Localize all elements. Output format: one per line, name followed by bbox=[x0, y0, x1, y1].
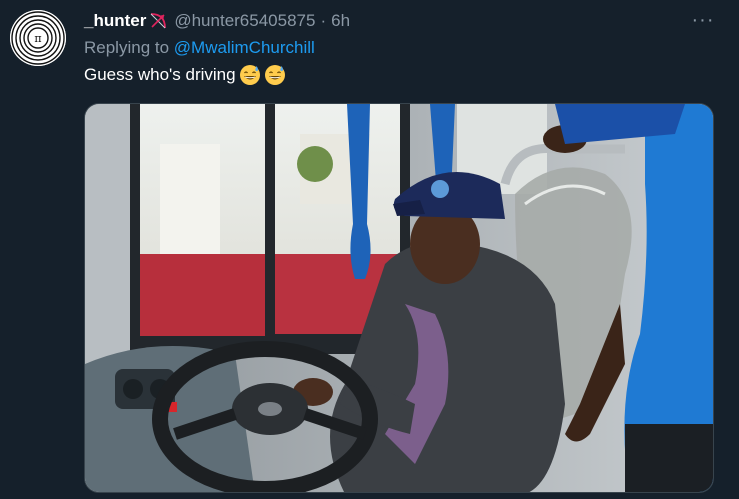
tweet-header: _hunter @hunter65405875 · 6h bbox=[84, 9, 350, 33]
pi-spiral-avatar-icon: π bbox=[10, 10, 66, 66]
replying-prefix: Replying to bbox=[84, 38, 170, 57]
bow-and-arrow-icon bbox=[148, 11, 168, 31]
more-options-icon[interactable]: ··· bbox=[688, 8, 718, 32]
grinning-sweat-emoji-icon bbox=[264, 64, 286, 86]
user-handle[interactable]: @hunter65405875 bbox=[174, 11, 315, 31]
bus-driver-photo bbox=[85, 104, 713, 492]
grinning-sweat-emoji-icon bbox=[239, 64, 261, 86]
tweet-text: Guess who's driving bbox=[84, 64, 286, 86]
reply-mention-link[interactable]: @MwalimChurchill bbox=[174, 38, 315, 57]
display-name[interactable]: _hunter bbox=[84, 11, 146, 31]
tweet-photo[interactable] bbox=[84, 103, 714, 493]
svg-text:π: π bbox=[34, 32, 41, 45]
tweet-body: Guess who's driving bbox=[84, 65, 236, 84]
timestamp[interactable]: 6h bbox=[331, 11, 350, 31]
separator-dot: · bbox=[320, 11, 327, 30]
avatar[interactable]: π bbox=[10, 10, 66, 66]
replying-to-line: Replying to @MwalimChurchill bbox=[84, 38, 315, 58]
